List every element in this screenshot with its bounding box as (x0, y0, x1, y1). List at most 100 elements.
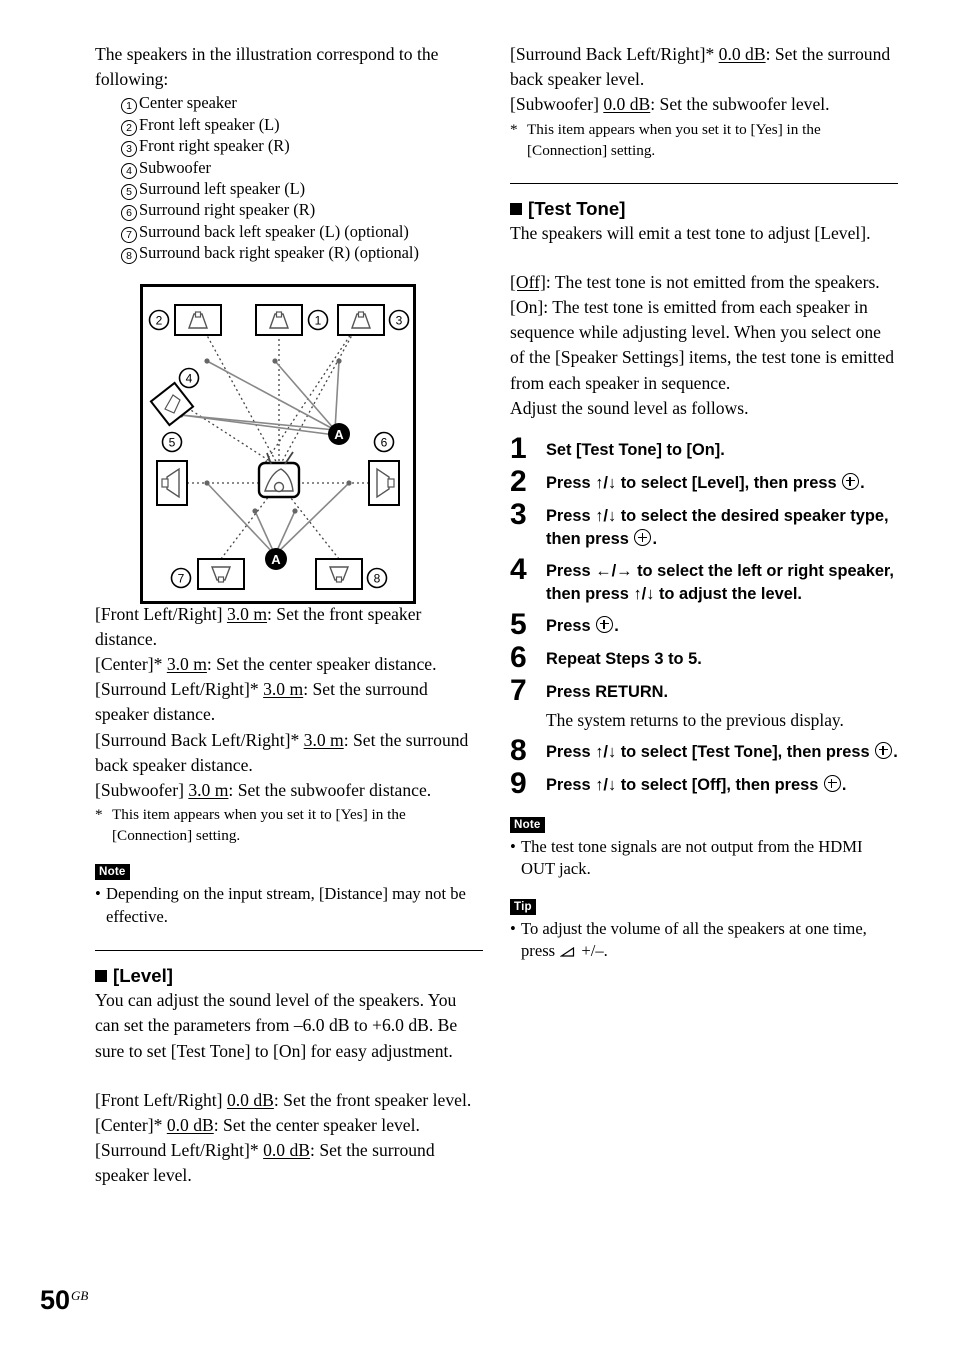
option-desc: : The test tone is emitted from each spe… (510, 297, 895, 393)
distance-setting-row: [Surround Left/Right]* 3.0 m: Set the su… (95, 677, 483, 727)
svg-text:4: 4 (186, 372, 193, 386)
test-tone-option-off: [Off]: The test tone is not emitted from… (510, 270, 898, 295)
list-item: 8 Surround back right speaker (R) (option… (121, 242, 483, 265)
svg-text:A: A (271, 552, 281, 567)
step-text: Set [Test Tone] to [On]. (546, 433, 898, 464)
setting-name: [Surround Left/Right]* (95, 679, 264, 700)
list-item-label: Surround back left speaker (L) (optional… (139, 221, 409, 241)
step-text: Press ↑/↓ to select [Test Tone], then pr… (546, 735, 898, 766)
page-number: 50GB (40, 1282, 88, 1314)
level-setting-row: [Surround Back Left/Right]* 0.0 dB: Set … (510, 42, 898, 92)
list-item-label: Subwoofer (139, 157, 211, 177)
step-text-part: Press RETURN. (546, 682, 669, 701)
diagram-callout-2: 2 (148, 309, 170, 331)
square-bullet-icon (95, 970, 107, 983)
step-number: 3 (510, 498, 527, 532)
step-number: 2 (510, 465, 527, 499)
note-bullet: • Depending on the input stream, [Distan… (95, 883, 483, 928)
step: 2 Press ↑/↓ to select [Level], then pres… (510, 466, 898, 497)
callout-number: 2 (121, 119, 137, 136)
setting-name: [Surround Left/Right]* (95, 1140, 264, 1161)
enter-icon (634, 529, 652, 547)
step-text: Press ↑/↓ to select [Level], then press … (546, 466, 898, 497)
step-text-part: . (860, 474, 865, 493)
diagram-front-left-speaker-icon (174, 304, 222, 336)
footnote-text: This item appears when you set it to [Ye… (527, 120, 821, 159)
diagram-callout-3: 3 (388, 309, 410, 331)
enter-icon (842, 473, 860, 491)
note-text: Depending on the input stream, [Distance… (106, 884, 466, 926)
diagram-callout-8: 8 (366, 567, 388, 589)
step-number: 6 (510, 640, 527, 674)
level-settings-block: [Front Left/Right] 0.0 dB: Set the front… (95, 1088, 483, 1189)
diagram-subwoofer-icon (149, 381, 195, 427)
setting-value: 3.0 m (166, 654, 207, 675)
list-item: 2 Front left speaker (L) (121, 114, 483, 136)
distance-setting-row: [Surround Back Left/Right]* 3.0 m: Set t… (95, 728, 483, 778)
step: 9 Press ↑/↓ to select [Off], then press … (510, 768, 898, 799)
step: 8 Press ↑/↓ to select [Test Tone], then … (510, 735, 898, 766)
diagram-surround-back-left-speaker-icon (197, 558, 245, 590)
test-tone-tip-box: Tip • To adjust the volume of all the sp… (510, 897, 898, 963)
step-text-part: Press ↑/↓ to select [Level], then press (546, 474, 842, 493)
distance-note-box: Note • Depending on the input stream, [D… (95, 862, 483, 928)
diagram-listener-icon (257, 451, 301, 499)
tip-text: To adjust the volume of all the speakers… (521, 918, 898, 963)
note-badge: Note (95, 864, 130, 881)
setting-value: 0.0 dB (166, 1114, 214, 1135)
diagram-callout-5: 5 (161, 431, 183, 453)
step-text-part: Press ↑/↓ to select [Test Tone], then pr… (546, 743, 875, 762)
step-text-part: Press ←/→ to select the left or right sp… (546, 561, 894, 604)
step-text-part: . (652, 530, 658, 549)
diagram-callout-4: 4 (178, 367, 200, 389)
list-item-label: Front left speaker (L) (139, 114, 280, 134)
svg-text:6: 6 (381, 436, 388, 450)
step: 6 Repeat Steps 3 to 5. (510, 642, 898, 673)
level-setting-row: [Subwoofer] 0.0 dB: Set the subwoofer le… (510, 92, 898, 117)
note-bullet: • The test tone signals are not output f… (510, 836, 898, 881)
level-footnote: * This item appears when you set it to [… (510, 119, 898, 161)
callout-number: 3 (121, 141, 137, 158)
enter-icon (823, 775, 841, 793)
svg-text:7: 7 (178, 572, 185, 586)
option-value: [On] (510, 297, 544, 318)
step-number: 4 (510, 552, 527, 586)
distance-footnote: * This item appears when you set it to [… (95, 804, 483, 846)
manual-page: The speakers in the illustration corresp… (0, 0, 954, 1352)
setting-desc: : Set the subwoofer distance. (228, 780, 432, 801)
square-bullet-icon (510, 202, 522, 215)
svg-text:A: A (334, 427, 344, 442)
page-region-code: GB (71, 1288, 89, 1303)
step-text: Press ↑/↓ to select the desired speaker … (546, 499, 898, 552)
setting-desc: : Set the front speaker level. (273, 1089, 472, 1110)
setting-value: 0.0 dB (603, 94, 651, 115)
step-number: 8 (510, 734, 527, 768)
bullet-glyph: • (510, 837, 516, 857)
step-text: Repeat Steps 3 to 5. (546, 642, 898, 673)
test-tone-adjust-lead: Adjust the sound level as follows. (510, 397, 749, 418)
diagram-surround-right-speaker-icon (368, 460, 400, 506)
step-text: Press RETURN. The system returns to the … (546, 675, 898, 733)
diagram-callout-6: 6 (373, 431, 395, 453)
test-tone-heading-label: [Test Tone] (528, 197, 626, 219)
step: 5 Press . (510, 609, 898, 640)
diagram-svg: 2 1 3 4 5 6 7 8 A A (148, 304, 410, 590)
distance-setting-row: [Front Left/Right] 3.0 m: Set the front … (95, 602, 483, 652)
step: 7 Press RETURN. The system returns to th… (510, 675, 898, 733)
right-column: [Surround Back Left/Right]* 0.0 dB: Set … (510, 42, 898, 963)
step-text-part: . (841, 776, 847, 795)
callout-number: 4 (121, 162, 137, 179)
setting-value: 3.0 m (303, 729, 344, 750)
tip-badge: Tip (510, 898, 536, 915)
list-item-label: Surround back right speaker (R) (optiona… (139, 243, 419, 263)
list-item-label: Front right speaker (R) (139, 136, 290, 156)
step-text-part: Press ↑/↓ to select the desired speaker … (546, 507, 889, 549)
setting-name: [Surround Back Left/Right]* (510, 44, 719, 64)
list-item: 1 Center speaker (121, 92, 483, 115)
setting-value: 3.0 m (188, 780, 229, 801)
list-item: 4 Subwoofer (121, 157, 483, 179)
diagram-surround-back-right-speaker-icon (315, 558, 363, 590)
distance-setting-row: [Subwoofer] 3.0 m: Set the subwoofer dis… (95, 778, 483, 803)
footnote-marker: * (510, 120, 518, 138)
level-setting-row: [Surround Left/Right]* 0.0 dB: Set the s… (95, 1138, 483, 1188)
